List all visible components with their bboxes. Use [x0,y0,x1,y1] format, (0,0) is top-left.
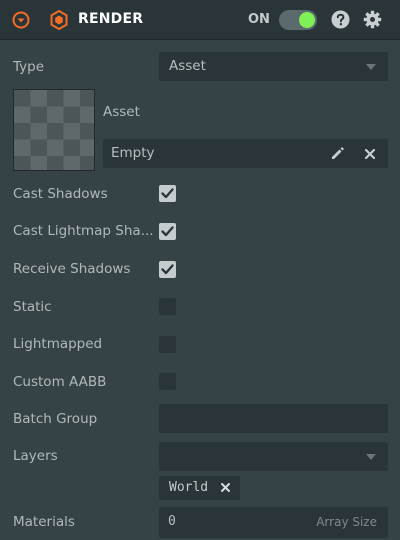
enabled-label: ON [248,12,270,27]
batch-group-input[interactable] [159,404,388,433]
enabled-toggle[interactable] [279,10,317,30]
type-select-value: Asset [169,58,206,74]
remove-tag-icon[interactable] [221,483,230,492]
checkmark-icon [161,188,174,199]
lightmapped-label: Lightmapped [13,336,103,352]
cast-shadows-label: Cast Shadows [13,186,108,202]
help-icon[interactable] [331,10,350,29]
array-size-suffix: Array Size [316,515,377,529]
asset-field-value: Empty [111,145,155,161]
collapse-icon[interactable] [12,11,30,29]
type-label: Type [13,59,45,75]
lightmapped-checkbox[interactable] [159,336,176,353]
custom-aabb-checkbox[interactable] [159,373,176,390]
cast-shadows-checkbox[interactable] [159,185,176,202]
layers-select[interactable] [159,442,388,471]
edit-pencil-icon[interactable] [331,147,344,160]
layer-tag: World [159,476,240,500]
cast-lightmap-shadows-label: Cast Lightmap Sha... [13,223,154,239]
materials-array-size-input[interactable]: 0 Array Size [159,507,388,538]
receive-shadows-checkbox[interactable] [159,261,176,278]
static-checkbox[interactable] [159,298,176,315]
materials-array-size-value: 0 [168,514,176,529]
asset-label: Asset [103,104,140,120]
custom-aabb-label: Custom AABB [13,374,107,390]
cast-lightmap-shadows-checkbox[interactable] [159,223,176,240]
component-header: RENDER ON [0,0,400,40]
layers-label: Layers [13,448,58,464]
gear-icon[interactable] [363,10,382,29]
checkmark-icon [161,226,174,237]
type-select[interactable]: Asset [159,52,388,81]
receive-shadows-label: Receive Shadows [13,261,131,277]
clear-icon[interactable] [365,149,375,159]
batch-group-label: Batch Group [13,411,98,427]
checkmark-icon [161,264,174,275]
asset-thumbnail[interactable] [13,89,95,171]
render-component-icon [50,10,68,30]
toggle-knob [299,12,315,28]
component-title: RENDER [78,11,144,27]
layer-tag-label: World [169,480,209,495]
asset-field[interactable]: Empty [103,139,388,168]
materials-label: Materials [13,514,75,530]
static-label: Static [13,299,52,315]
chevron-down-icon [366,64,376,70]
chevron-down-icon [366,454,376,460]
